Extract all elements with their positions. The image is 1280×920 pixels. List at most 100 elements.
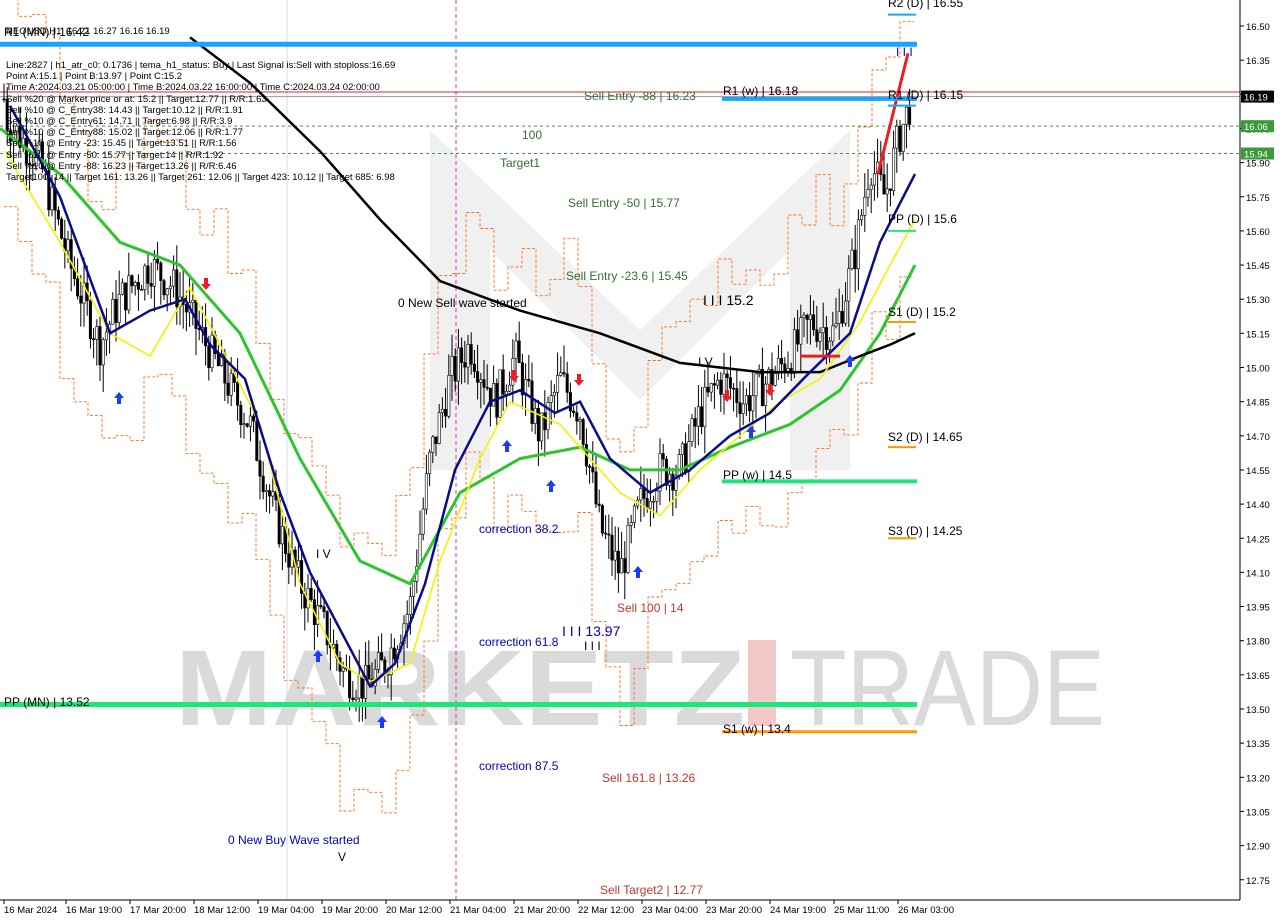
candle-up — [792, 329, 796, 374]
candle-down — [706, 386, 710, 393]
candle-down — [124, 282, 128, 311]
info-line: Sell %10 @ C_Entry61: 14.71 || Target:6.… — [6, 116, 233, 128]
candle-up — [655, 490, 659, 502]
candle-up — [242, 423, 246, 426]
candle-down — [815, 329, 819, 342]
sell-arrow — [574, 374, 584, 386]
candle-down — [159, 262, 163, 281]
info-line: Sell %20 @ Market price or at: 15.2 || T… — [6, 93, 267, 105]
info-line: Target100: 14 || Target 161: 13.26 || Ta… — [6, 172, 395, 184]
candle-up — [885, 188, 889, 195]
price-tick-label: 15.60 — [1246, 227, 1270, 238]
buy-arrow — [546, 480, 556, 492]
candle-up — [847, 268, 851, 302]
candle-up — [844, 300, 848, 324]
candle-up — [751, 395, 755, 412]
candle-up — [802, 314, 806, 318]
info-line: Sell %10 @ Entry -23: 15.45 || Target:13… — [6, 138, 237, 150]
candle-down — [245, 423, 249, 427]
sell-arrow — [201, 278, 211, 290]
candle-up — [869, 184, 873, 190]
candle-down — [367, 664, 371, 680]
price-tick-label: 15.30 — [1246, 295, 1270, 306]
candle-down — [700, 406, 704, 428]
time-tick-label: 18 Mar 12:00 — [194, 905, 250, 916]
candle-down — [453, 356, 457, 382]
candle-up — [440, 408, 444, 413]
candle-up — [559, 372, 563, 376]
candle-down — [898, 125, 902, 152]
time-tick-label: 24 Mar 19:00 — [770, 905, 826, 916]
time-tick-label: 21 Mar 20:00 — [514, 905, 570, 916]
candle-down — [882, 174, 886, 195]
candle-down — [351, 697, 355, 700]
candle-down — [581, 419, 585, 445]
price-tick-label: 13.35 — [1246, 739, 1270, 750]
time-tick-label: 23 Mar 04:00 — [642, 905, 698, 916]
candle-down — [572, 410, 576, 413]
candle-down — [600, 505, 604, 534]
candle-up — [556, 375, 560, 393]
buy-arrow — [633, 566, 643, 578]
candle-up — [722, 373, 726, 395]
price-tick-label: 15.00 — [1246, 364, 1270, 375]
candle-down — [485, 386, 489, 389]
candle-up — [709, 383, 713, 393]
info-line: Sell %10 @ Entry -88: 16.23 || Target:13… — [6, 160, 237, 172]
candle-up — [341, 667, 345, 672]
price-tick-label: 13.80 — [1246, 637, 1270, 648]
candle-down — [76, 278, 80, 297]
pp-mn-label: PP (MN) | 13.52 — [4, 695, 90, 709]
candle-down — [114, 299, 118, 323]
time-tick-label: 16 Mar 2024 — [4, 905, 57, 916]
candle-up — [741, 403, 745, 414]
candle-down — [79, 295, 83, 304]
candle-down — [607, 533, 611, 536]
candle-down — [824, 327, 828, 350]
candle-down — [360, 675, 364, 699]
candle-down — [530, 380, 534, 424]
candle-down — [725, 373, 729, 378]
buy-arrow — [114, 392, 124, 404]
price-tick-label: 14.55 — [1246, 466, 1270, 477]
candle-down — [207, 345, 211, 369]
candle-up — [620, 558, 624, 574]
candle-up — [229, 373, 233, 396]
candle-down — [693, 418, 697, 427]
price-tick-label: 15.45 — [1246, 261, 1270, 272]
candle-up — [696, 406, 700, 427]
candle-down — [136, 282, 140, 290]
time-tick-label: 17 Mar 20:00 — [130, 905, 186, 916]
candle-up — [492, 383, 496, 407]
info-line: Time A:2024.03.21 05:00:00 | Time B:2024… — [6, 82, 380, 94]
candle-up — [901, 123, 905, 152]
candle-up — [117, 294, 121, 323]
s1-d-label: S1 (D) | 15.2 — [888, 305, 956, 319]
candle-down — [728, 377, 732, 389]
candle-down — [140, 289, 144, 291]
time-tick-label: 26 Mar 03:00 — [898, 905, 954, 916]
wave-iv-b: I V — [316, 547, 331, 561]
candle-down — [2, 98, 6, 101]
candle-down — [268, 490, 272, 497]
candle-up — [716, 379, 720, 386]
candle-down — [130, 275, 134, 287]
candle-up — [831, 325, 835, 342]
time-tick-label: 25 Mar 11:00 — [834, 905, 889, 916]
time-tick-label: 19 Mar 20:00 — [322, 905, 378, 916]
candle-up — [533, 408, 537, 424]
candle-up — [210, 334, 214, 369]
pp-d-label: PP (D) | 15.6 — [888, 212, 957, 226]
candle-down — [623, 558, 627, 573]
candle-up — [120, 282, 124, 295]
candle-down — [780, 358, 784, 365]
candle-down — [597, 503, 601, 506]
candle-up — [152, 258, 156, 287]
candle-down — [568, 392, 572, 412]
candle-up — [447, 375, 451, 417]
price-tick-label: 13.95 — [1246, 603, 1270, 614]
price-tag-label: 16.06 — [1244, 122, 1268, 133]
candle-down — [517, 340, 521, 364]
candle-down — [348, 668, 352, 699]
r2-d-label: R2 (D) | 16.55 — [888, 0, 963, 10]
